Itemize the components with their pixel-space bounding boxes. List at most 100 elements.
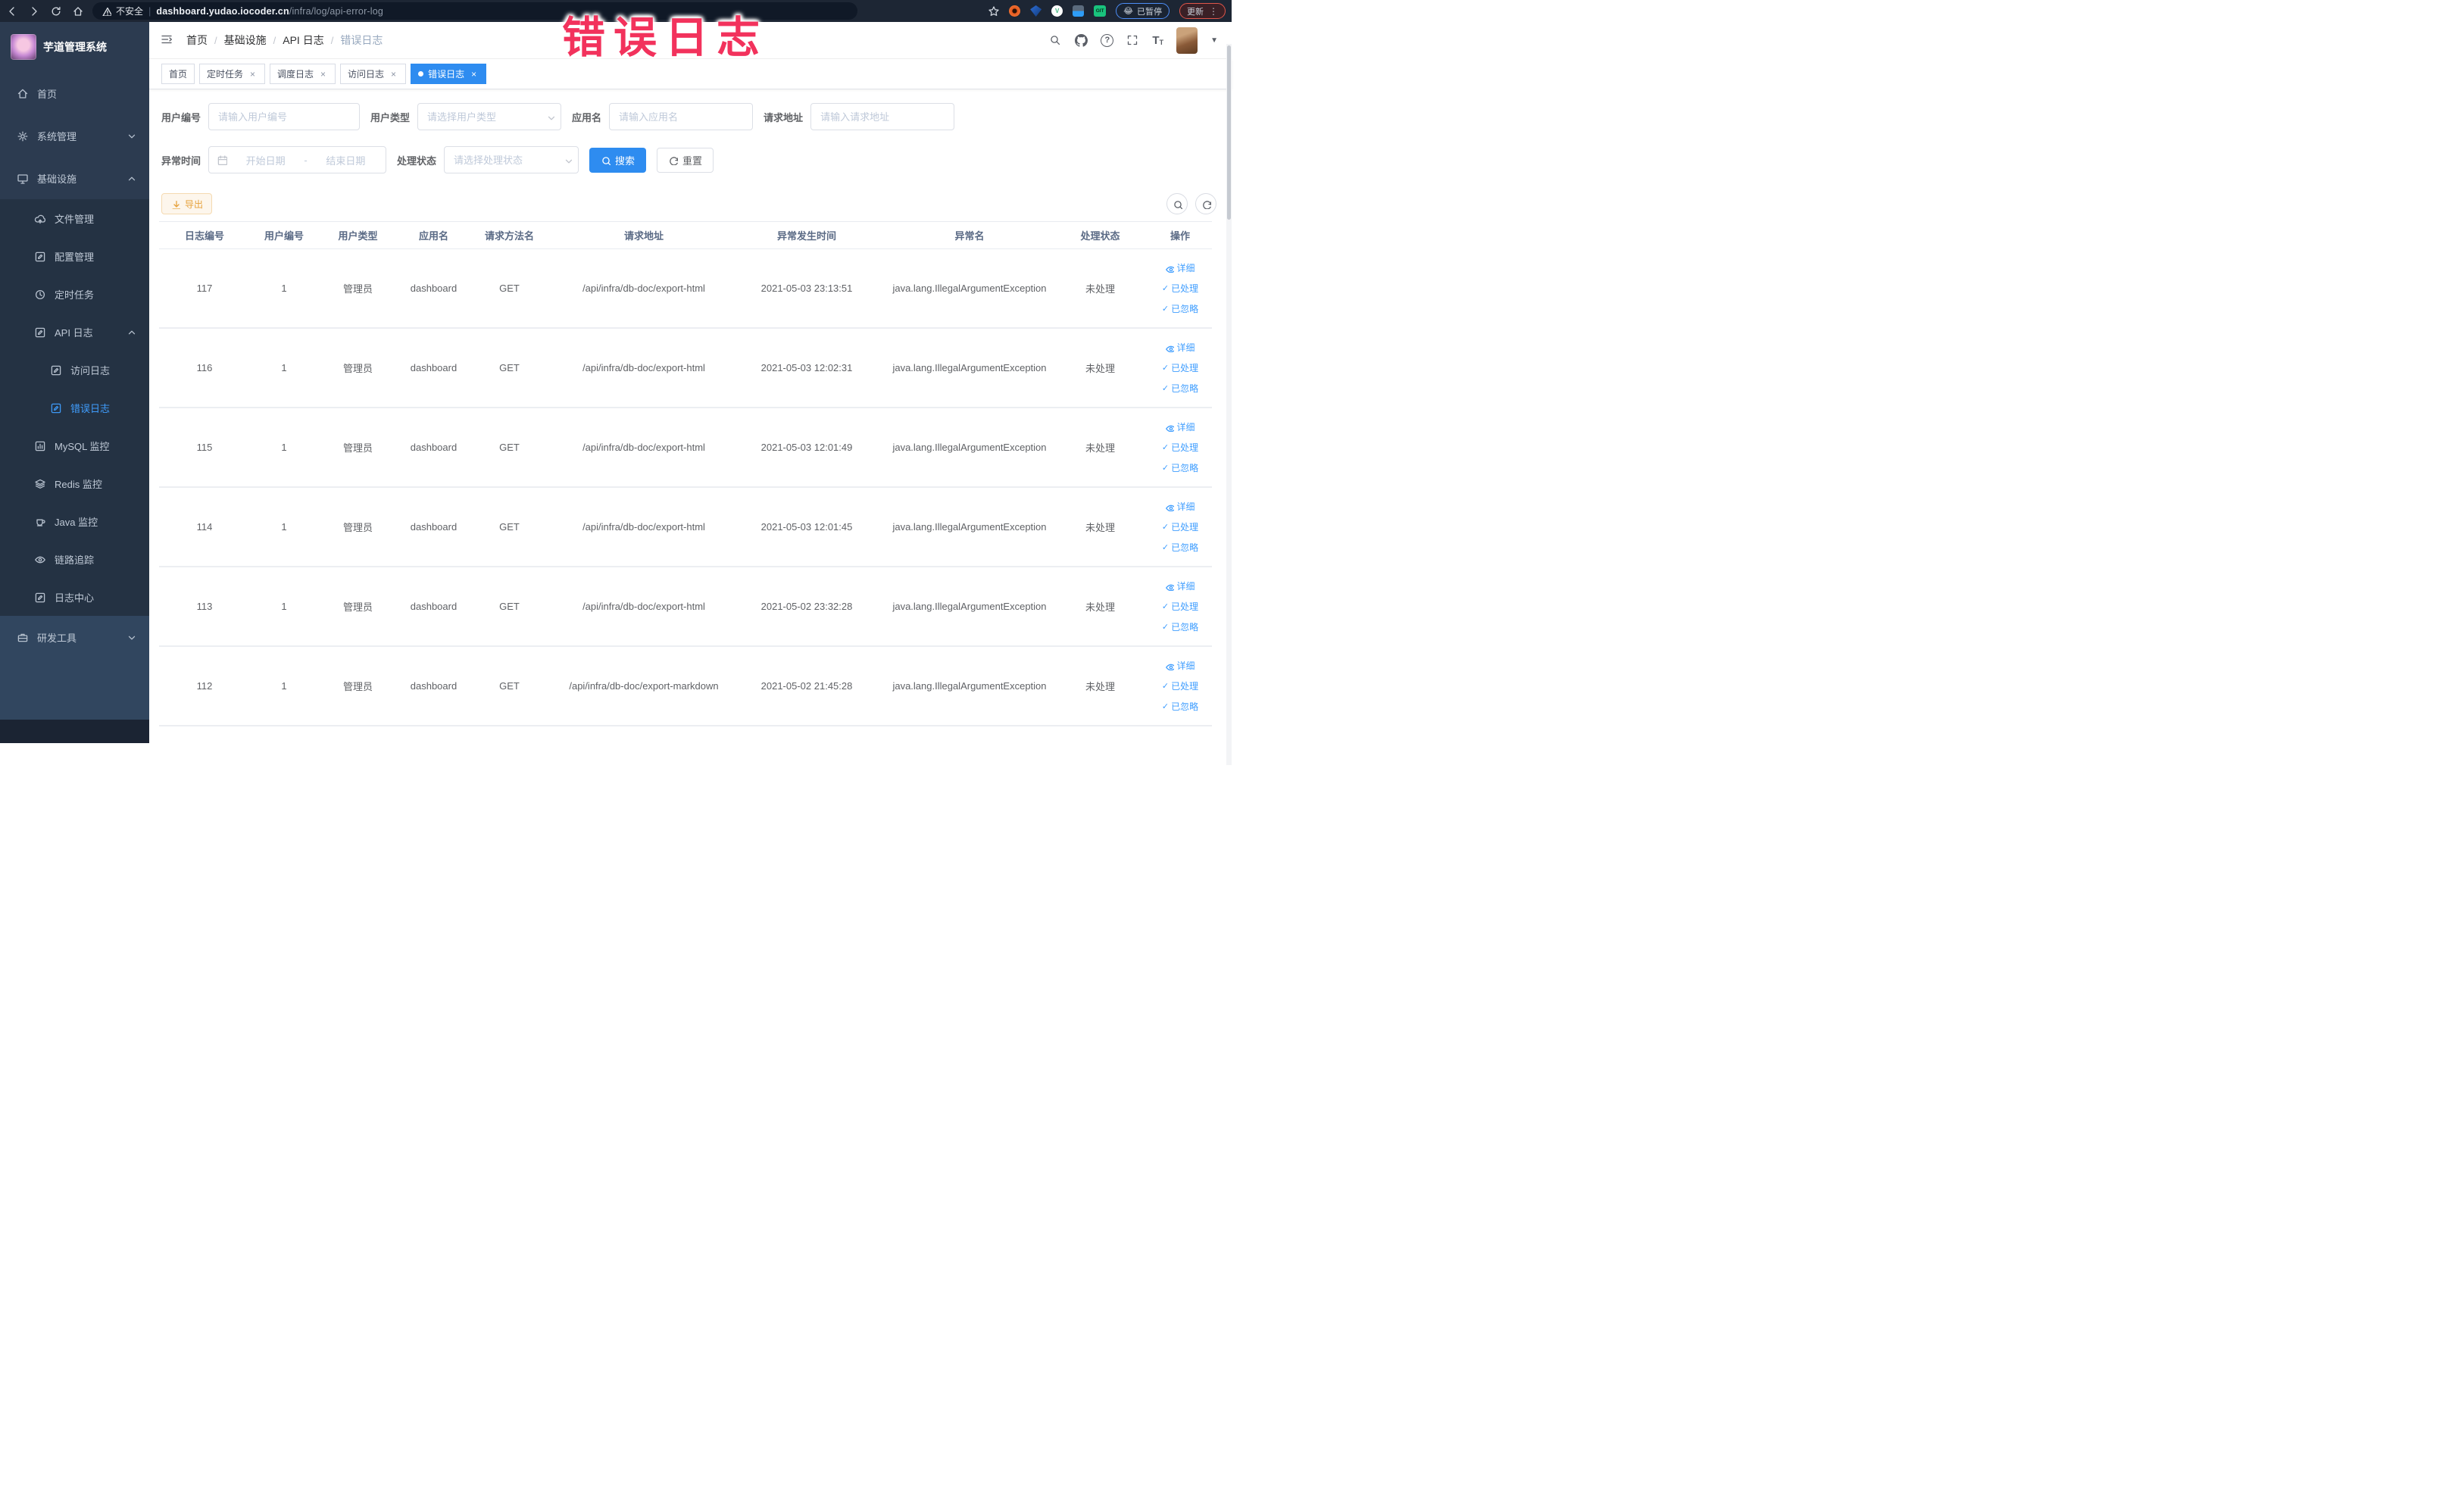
- sidebar-item-mysql-monitor[interactable]: MySQL 监控: [0, 426, 149, 464]
- sidebar-item-infra[interactable]: 基础设施: [0, 157, 149, 199]
- address-bar[interactable]: 不安全 | dashboard.yudao.iocoder.cn/infra/l…: [92, 2, 857, 20]
- toggle-search-button[interactable]: [1166, 193, 1188, 214]
- tab-access-log[interactable]: 访问日志 ×: [340, 64, 407, 84]
- gear-icon: [17, 131, 28, 141]
- close-icon[interactable]: ×: [318, 69, 328, 80]
- refresh-table-button[interactable]: [1195, 193, 1216, 214]
- mark-ignored-link[interactable]: ✓ 已忽略: [1162, 620, 1198, 633]
- page-scrollbar[interactable]: [1226, 44, 1232, 765]
- close-icon[interactable]: ×: [469, 69, 479, 80]
- sidebar: 芋道管理系统 首页 系统管理 基础设施 文件管理 配置管理 定时任务 API 日…: [0, 22, 149, 743]
- request-url-input[interactable]: [810, 103, 955, 130]
- avatar-caret-down-icon[interactable]: ▼: [1210, 36, 1218, 45]
- breadcrumb-item[interactable]: 基础设施: [224, 33, 267, 48]
- search-button[interactable]: 搜索: [589, 147, 647, 173]
- search-icon[interactable]: [1049, 34, 1062, 47]
- sidebar-item-config-manage[interactable]: 配置管理: [0, 237, 149, 275]
- sidebar-item-java-monitor[interactable]: Java 监控: [0, 502, 149, 540]
- extension-icon-shield[interactable]: [1030, 5, 1042, 17]
- site-security-chip[interactable]: 不安全: [101, 5, 143, 17]
- sidebar-item-trace[interactable]: 链路追踪: [0, 540, 149, 578]
- process-status-select[interactable]: [444, 146, 579, 173]
- detail-link[interactable]: 详细: [1165, 261, 1195, 274]
- check-icon: ✓: [1161, 523, 1170, 532]
- tab-label: 首页: [169, 69, 188, 80]
- sidebar-item-scheduled-jobs[interactable]: 定时任务: [0, 275, 149, 313]
- mark-processed-link[interactable]: ✓ 已处理: [1162, 600, 1198, 613]
- cell-log-id: 115: [196, 442, 213, 453]
- mark-processed-link[interactable]: ✓ 已处理: [1162, 679, 1198, 692]
- sidebar-item-file-manage[interactable]: 文件管理: [0, 199, 149, 237]
- cell-request-url: /api/infra/db-doc/export-html: [582, 442, 705, 453]
- update-button[interactable]: 更新 ⋮: [1179, 3, 1226, 19]
- detail-link[interactable]: 详细: [1165, 659, 1195, 672]
- extension-icon-grid[interactable]: [1073, 5, 1085, 17]
- eye-icon: [1166, 425, 1175, 432]
- font-size-icon[interactable]: TT: [1152, 35, 1163, 46]
- cell-process-status: 未处理: [1085, 681, 1115, 692]
- sidebar-item-error-log[interactable]: 错误日志: [0, 389, 149, 426]
- user-type-select[interactable]: [417, 103, 562, 130]
- browser-forward-icon[interactable]: [28, 5, 39, 17]
- mark-ignored-link[interactable]: ✓ 已忽略: [1162, 700, 1198, 713]
- mark-ignored-link[interactable]: ✓ 已忽略: [1162, 461, 1198, 474]
- close-icon[interactable]: ×: [248, 69, 258, 80]
- sidebar-item-api-log[interactable]: API 日志: [0, 313, 149, 351]
- git-extension-icon[interactable]: GIT: [1094, 5, 1107, 17]
- tab-scheduled-jobs[interactable]: 定时任务 ×: [199, 64, 266, 84]
- mark-processed-link[interactable]: ✓ 已处理: [1162, 520, 1198, 533]
- app-logo-row[interactable]: 芋道管理系统: [0, 22, 149, 72]
- edit-square-icon: [51, 365, 61, 375]
- tags-view-bar: 首页 定时任务 × 调度日志 × 访问日志 × 错误日志 ×: [149, 59, 1232, 89]
- sidebar-item-system[interactable]: 系统管理: [0, 114, 149, 157]
- mark-ignored-link[interactable]: ✓ 已忽略: [1162, 382, 1198, 395]
- cell-process-status: 未处理: [1085, 442, 1115, 454]
- github-icon[interactable]: [1075, 33, 1088, 47]
- mark-processed-link[interactable]: ✓ 已处理: [1162, 441, 1198, 454]
- breadcrumb: 首页 / 基础设施 / API 日志 / 错误日志: [186, 33, 383, 48]
- bookmark-star-icon[interactable]: [988, 5, 999, 17]
- scrollbar-thumb[interactable]: [1227, 45, 1231, 220]
- sidebar-item-devtools[interactable]: 研发工具: [0, 616, 149, 658]
- close-icon[interactable]: ×: [389, 69, 398, 80]
- cell-app-name: dashboard: [410, 601, 458, 612]
- tab-error-log[interactable]: 错误日志 ×: [411, 64, 487, 84]
- export-button[interactable]: 导出: [161, 193, 213, 214]
- browser-back-icon[interactable]: [6, 5, 17, 17]
- sidebar-item-label: MySQL 监控: [55, 440, 110, 452]
- detail-link[interactable]: 详细: [1165, 579, 1195, 592]
- fullscreen-icon[interactable]: [1126, 34, 1139, 47]
- browser-reload-icon[interactable]: [50, 5, 61, 17]
- mark-ignored-link[interactable]: ✓ 已忽略: [1162, 302, 1198, 315]
- detail-link[interactable]: 详细: [1165, 341, 1195, 354]
- mark-processed-link[interactable]: ✓ 已处理: [1162, 282, 1198, 295]
- mark-ignored-link[interactable]: ✓ 已忽略: [1162, 541, 1198, 554]
- cell-process-status: 未处理: [1085, 522, 1115, 533]
- reset-button[interactable]: 重置: [657, 147, 714, 173]
- sidebar-item-redis-monitor[interactable]: Redis 监控: [0, 464, 149, 502]
- browser-menu-icon[interactable]: ⋮: [1209, 6, 1218, 17]
- tab-schedule-log[interactable]: 调度日志 ×: [270, 64, 336, 84]
- date-range-picker[interactable]: 开始日期 - 结束日期: [208, 146, 387, 173]
- detail-link[interactable]: 详细: [1165, 500, 1195, 513]
- user-id-input[interactable]: [208, 103, 361, 130]
- sidebar-item-access-log[interactable]: 访问日志: [0, 351, 149, 389]
- breadcrumb-item[interactable]: API 日志: [283, 33, 323, 48]
- app-name-input[interactable]: [609, 103, 754, 130]
- sidebar-item-log-center[interactable]: 日志中心: [0, 578, 149, 616]
- breadcrumb-item[interactable]: 首页: [186, 33, 208, 48]
- vue-devtools-icon[interactable]: V: [1051, 5, 1063, 17]
- user-avatar[interactable]: [1176, 27, 1198, 54]
- tab-home[interactable]: 首页: [161, 64, 195, 84]
- help-icon[interactable]: ?: [1101, 33, 1114, 47]
- extension-icon-orange[interactable]: [1009, 5, 1021, 17]
- browser-home-icon[interactable]: [72, 5, 83, 17]
- cell-user-id: 1: [281, 283, 287, 294]
- paused-badge[interactable]: 😂 已暂停: [1116, 3, 1170, 19]
- hamburger-icon[interactable]: [161, 33, 174, 47]
- detail-link[interactable]: 详细: [1165, 420, 1195, 433]
- sidebar-item-home[interactable]: 首页: [0, 72, 149, 114]
- column-header: 处理状态: [1080, 230, 1120, 242]
- mark-processed-link[interactable]: ✓ 已处理: [1162, 361, 1198, 374]
- cell-exception-time: 2021-05-03 12:01:45: [760, 521, 853, 533]
